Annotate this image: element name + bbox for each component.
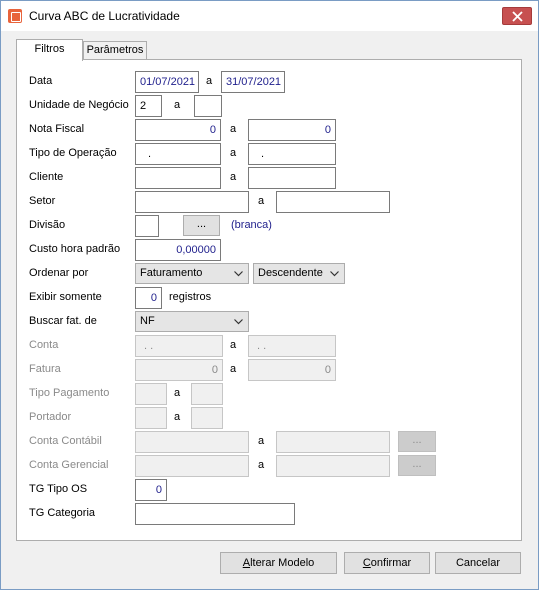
- ordenar-select-value: Faturamento: [140, 267, 203, 279]
- tipo-op-end-field[interactable]: .: [248, 143, 336, 165]
- unidade-start-field[interactable]: 2: [135, 95, 162, 117]
- alterar-modelo-label: lterar Modelo: [250, 557, 315, 569]
- buscar-label: Buscar fat. de: [29, 315, 97, 327]
- fatura-label: Fatura: [29, 363, 61, 375]
- to-label: a: [258, 459, 265, 471]
- cliente-start-field[interactable]: [135, 167, 221, 189]
- confirmar-label: onfirmar: [370, 557, 412, 569]
- unidade-label: Unidade de Negócio: [29, 99, 129, 111]
- tab-filtros-label: Filtros: [34, 43, 65, 55]
- divisao-description: (branca): [231, 219, 272, 231]
- tipo-pagamento-label: Tipo Pagamento: [29, 387, 110, 399]
- tg-categoria-field[interactable]: [135, 503, 295, 525]
- custo-hora-field[interactable]: 0,00000: [135, 239, 221, 261]
- conta-start-field: . .: [135, 335, 223, 357]
- dialog-window: Curva ABC de Lucratividade Filtros Parâm…: [0, 0, 539, 590]
- tipo-pag-end-field: [191, 383, 223, 405]
- chevron-down-icon: [330, 271, 339, 277]
- conta-label: Conta: [29, 339, 59, 351]
- conta-contabil-start-field: [135, 431, 249, 453]
- nota-fiscal-label: Nota Fiscal: [29, 123, 85, 135]
- ordenar-label: Ordenar por: [29, 267, 89, 279]
- tab-filtros[interactable]: Filtros: [16, 39, 83, 61]
- data-start-field[interactable]: 01/07/2021: [135, 71, 199, 93]
- to-label: a: [258, 435, 265, 447]
- window-title: Curva ABC de Lucratividade: [29, 9, 180, 23]
- cliente-end-field[interactable]: [248, 167, 336, 189]
- to-label: a: [230, 339, 237, 351]
- buscar-select[interactable]: NF: [135, 311, 249, 332]
- nota-start-field[interactable]: 0: [135, 119, 221, 141]
- tab-parametros-label: Parâmetros: [86, 44, 144, 56]
- to-label: a: [174, 387, 181, 399]
- setor-label: Setor: [29, 195, 56, 207]
- exibir-label: Exibir somente: [29, 291, 102, 303]
- ordem-select[interactable]: Descendente: [253, 263, 345, 284]
- tab-parametros[interactable]: Parâmetros: [83, 41, 147, 60]
- ordenar-select[interactable]: Faturamento: [135, 263, 249, 284]
- unidade-end-field[interactable]: [194, 95, 222, 117]
- close-button[interactable]: [502, 7, 532, 25]
- custo-hora-label: Custo hora padrão: [29, 243, 121, 255]
- divisao-label: Divisão: [29, 219, 66, 231]
- confirmar-mnemonic: C: [362, 557, 371, 569]
- chevron-down-icon: [234, 271, 243, 277]
- alterar-modelo-mnemonic: A: [242, 557, 251, 569]
- divisao-lookup-button[interactable]: ...: [183, 215, 220, 236]
- conta-gerencial-end-field: [276, 455, 390, 477]
- tipo-pag-start-field: [135, 383, 167, 405]
- setor-end-field[interactable]: [276, 191, 390, 213]
- exibir-field[interactable]: 0: [135, 287, 162, 309]
- tg-tipo-os-label: TG Tipo OS: [29, 483, 88, 495]
- chevron-down-icon: [234, 319, 243, 325]
- close-icon: [512, 11, 523, 22]
- conta-end-field: . .: [248, 335, 336, 357]
- confirmar-button[interactable]: Confirmar: [344, 552, 430, 574]
- to-label: a: [230, 123, 237, 135]
- to-label: a: [206, 75, 213, 87]
- alterar-modelo-button[interactable]: Alterar Modelo: [220, 552, 337, 574]
- tg-tipo-os-field[interactable]: 0: [135, 479, 167, 501]
- conta-gerencial-start-field: [135, 455, 249, 477]
- data-end-field[interactable]: 31/07/2021: [221, 71, 285, 93]
- registros-label: registros: [169, 291, 212, 303]
- tipo-op-start-field[interactable]: .: [135, 143, 221, 165]
- ordem-select-value: Descendente: [258, 267, 323, 279]
- setor-start-field[interactable]: [135, 191, 249, 213]
- portador-end-field: [191, 407, 223, 429]
- to-label: a: [230, 171, 237, 183]
- tg-categoria-label: TG Categoria: [29, 507, 96, 519]
- divisao-field[interactable]: [135, 215, 159, 237]
- to-label: a: [258, 195, 265, 207]
- fatura-end-field: 0: [248, 359, 336, 381]
- conta-contabil-lookup-button: ...: [398, 431, 436, 452]
- to-label: a: [174, 411, 181, 423]
- data-label: Data: [29, 75, 53, 87]
- nota-end-field[interactable]: 0: [248, 119, 336, 141]
- portador-label: Portador: [29, 411, 72, 423]
- portador-start-field: [135, 407, 167, 429]
- conta-gerencial-lookup-button: ...: [398, 455, 436, 476]
- to-label: a: [230, 363, 237, 375]
- fatura-start-field: 0: [135, 359, 223, 381]
- app-icon: [8, 9, 22, 23]
- to-label: a: [230, 147, 237, 159]
- tipo-operacao-label: Tipo de Operação: [29, 147, 117, 159]
- buscar-select-value: NF: [140, 315, 155, 327]
- conta-contabil-end-field: [276, 431, 390, 453]
- cliente-label: Cliente: [29, 171, 64, 183]
- cancelar-button[interactable]: Cancelar: [435, 552, 521, 574]
- conta-gerencial-label: Conta Gerencial: [29, 459, 109, 471]
- title-bar[interactable]: Curva ABC de Lucratividade: [1, 1, 538, 31]
- to-label: a: [174, 99, 181, 111]
- conta-contabil-label: Conta Contábil: [29, 435, 102, 447]
